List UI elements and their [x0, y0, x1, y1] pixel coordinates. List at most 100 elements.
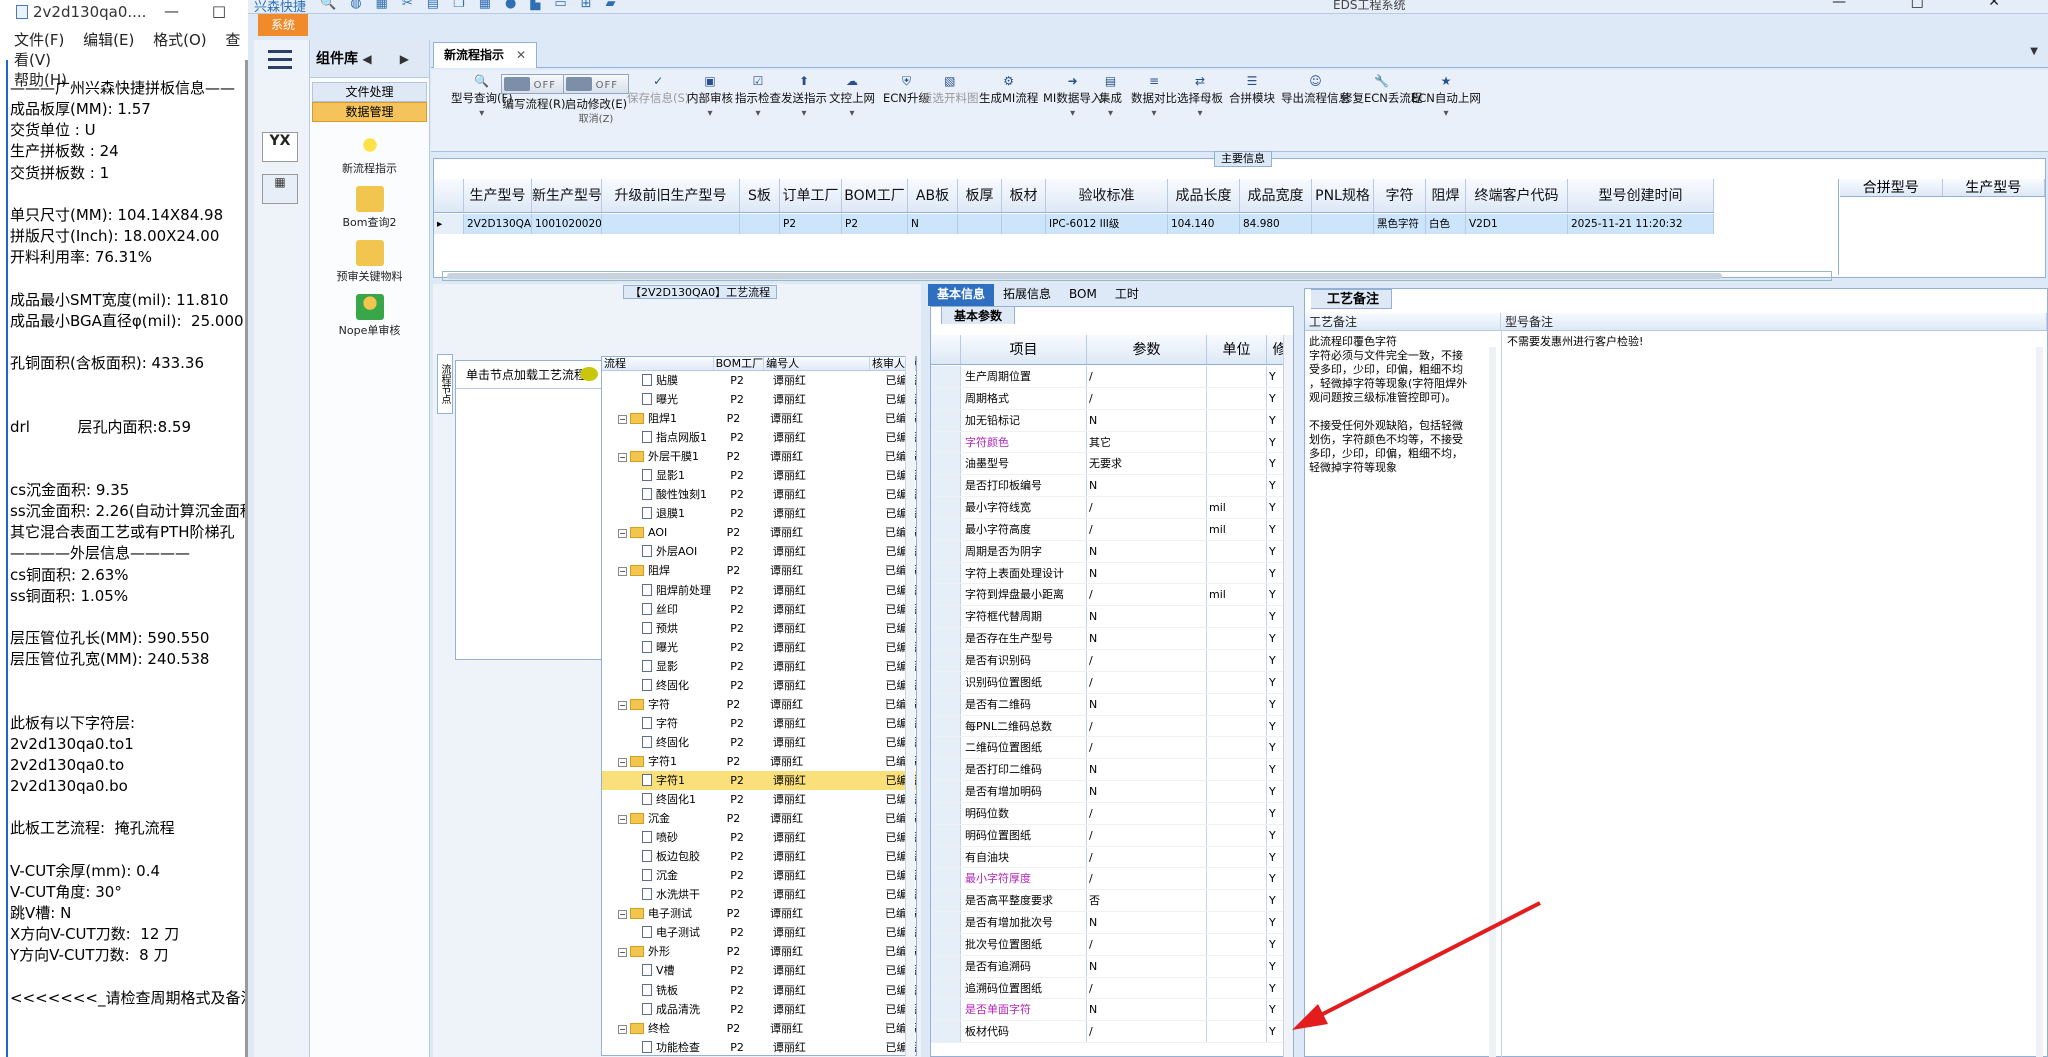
- table-row[interactable]: 是否存在生产型号 N Y: [931, 628, 1293, 650]
- param-value[interactable]: /: [1087, 977, 1207, 999]
- param-value[interactable]: /: [1087, 824, 1207, 846]
- table-row[interactable]: 是否有增加明码 N Y: [931, 781, 1293, 803]
- table-row[interactable]: 板材代码 / Y: [931, 1021, 1293, 1044]
- table-row[interactable]: 电子测试 P2 谭丽红 已编写: [602, 923, 916, 942]
- table-row[interactable]: 追溯码位置图纸 / Y: [931, 977, 1293, 1000]
- table-row[interactable]: 识别码位置图纸 / Y: [931, 671, 1293, 694]
- table-row[interactable]: 显影1 P2 谭丽红 已编写: [602, 466, 916, 485]
- hamburger-icon[interactable]: [268, 50, 292, 70]
- tab-right-2[interactable]: BOM: [1060, 284, 1106, 306]
- table-row[interactable]: 是否有识别码 / Y: [931, 649, 1293, 672]
- tree-node-name[interactable]: 显影: [602, 657, 730, 676]
- ribbon-btn-5[interactable]: ☑ 指示检查 ▾: [735, 74, 781, 122]
- param-value[interactable]: N: [1087, 912, 1207, 933]
- model-note-scrollbar[interactable]: [2036, 347, 2043, 1057]
- main-cell[interactable]: [958, 214, 1002, 234]
- table-row[interactable]: 是否打印板编号 N Y: [931, 475, 1293, 498]
- table-row[interactable]: 有自油块 / Y: [931, 846, 1293, 869]
- tree-node-name[interactable]: 终固化: [602, 733, 730, 752]
- param-value[interactable]: /: [1087, 868, 1207, 890]
- ribbon-btn-1[interactable]: OFF 编写流程(R): [501, 74, 567, 112]
- close-icon[interactable]: ✕: [516, 48, 526, 62]
- main-cell[interactable]: 黑色字符: [1374, 214, 1426, 234]
- param-value[interactable]: /: [1087, 649, 1207, 671]
- param-value[interactable]: N: [1087, 475, 1207, 497]
- copy-icon[interactable]: ❐: [453, 0, 465, 15]
- tree-node-name[interactable]: 外层AOI: [602, 542, 730, 561]
- main-cell[interactable]: IPC-6012 III级: [1046, 214, 1168, 234]
- tab-new-flow[interactable]: 新流程指示 ✕: [433, 42, 538, 68]
- table-row[interactable]: 板边包胶 P2 谭丽红 已编写: [602, 847, 916, 866]
- tree-node-name[interactable]: − 终检: [602, 1019, 727, 1038]
- expand-toggle-icon[interactable]: −: [618, 757, 627, 767]
- ribbon-btn-13[interactable]: ≡ 数据对比 ▾: [1131, 74, 1177, 122]
- table-row[interactable]: 生产周期位置 / Y: [931, 366, 1293, 388]
- book-icon[interactable]: ▰: [606, 0, 616, 15]
- param-value[interactable]: 否: [1087, 890, 1207, 912]
- tree-node-name[interactable]: 成品清洗: [602, 1000, 730, 1019]
- expand-toggle-icon[interactable]: −: [618, 700, 627, 710]
- param-value[interactable]: /: [1087, 737, 1207, 759]
- ribbon-btn-7[interactable]: ☁ 文控上网 ▾: [829, 74, 875, 122]
- table-row[interactable]: 是否有追溯码 N Y: [931, 955, 1293, 978]
- table-row[interactable]: 明码位数 / Y: [931, 802, 1293, 825]
- library-item-bom-query[interactable]: Bom查询2: [310, 186, 429, 230]
- table-row[interactable]: 字符1 P2 谭丽红 已编写: [602, 770, 916, 791]
- table-row[interactable]: 字符颜色 其它 Y: [931, 431, 1293, 454]
- quick-access-label[interactable]: 兴森快捷: [254, 0, 306, 15]
- tree-node-name[interactable]: 终固化1: [602, 790, 730, 809]
- tab-right-3[interactable]: 工时: [1106, 284, 1148, 306]
- main-cell[interactable]: 2025-11-21 11:20:32: [1568, 214, 1714, 234]
- main-cell[interactable]: N: [908, 214, 958, 234]
- grid-icon[interactable]: ▦: [376, 0, 388, 15]
- expand-toggle-icon[interactable]: −: [618, 1024, 627, 1034]
- globe-icon[interactable]: ◍: [350, 0, 361, 15]
- param-value[interactable]: N: [1087, 540, 1207, 562]
- table-row[interactable]: 酸性蚀刻1 P2 谭丽红 已编写: [602, 485, 916, 504]
- tree-node-name[interactable]: 指点网版1: [602, 428, 730, 447]
- main-info-hscrollbar[interactable]: [442, 271, 1832, 281]
- craft-note-text[interactable]: 此流程印覆色字符 字符必须与文件完全一致，不接 受多印，少印，印偏，粗细不均 ，…: [1309, 335, 1495, 475]
- ribbon-btn-15[interactable]: ☰ 合拼模块: [1229, 74, 1275, 106]
- tree-node-name[interactable]: 功能检查: [602, 1038, 730, 1055]
- tab-right-1[interactable]: 拓展信息: [994, 284, 1060, 306]
- expand-toggle-icon[interactable]: −: [618, 567, 627, 577]
- table-row[interactable]: 加无铅标记 N Y: [931, 409, 1293, 432]
- table-row[interactable]: 喷砂 P2 谭丽红 已编写: [602, 828, 916, 847]
- tree-node-name[interactable]: 阻焊前处理: [602, 581, 730, 600]
- expand-toggle-icon[interactable]: −: [618, 815, 627, 825]
- tree-node-name[interactable]: 贴膜: [602, 371, 730, 390]
- table-row[interactable]: 外层AOI P2 谭丽红 已编写: [602, 542, 916, 561]
- section-file-processing[interactable]: 文件处理: [312, 82, 427, 102]
- tree-node-name[interactable]: 字符1: [602, 771, 730, 790]
- library-item-key-material[interactable]: 预审关键物料: [310, 240, 429, 284]
- table-row[interactable]: − 字符 P2 谭丽红 已编写: [602, 695, 916, 714]
- table-row[interactable]: 字符到焊盘最小距离 / mil Y: [931, 584, 1293, 607]
- param-value[interactable]: /: [1087, 671, 1207, 693]
- tree-node-name[interactable]: − 字符: [602, 695, 727, 714]
- expand-toggle-icon[interactable]: −: [618, 453, 627, 463]
- table-row[interactable]: 指点网版1 P2 谭丽红 已编写: [602, 428, 916, 447]
- ribbon-btn-4[interactable]: ▣ 内部审核 ▾: [687, 74, 733, 122]
- table-row[interactable]: 是否高平整度要求否 Y: [931, 890, 1293, 913]
- main-cell[interactable]: P2: [780, 214, 842, 234]
- table-row[interactable]: 贴膜 P2 谭丽红 已编写: [602, 371, 916, 390]
- expand-toggle-icon[interactable]: −: [618, 910, 627, 920]
- yx-module-icon[interactable]: YX: [262, 132, 298, 162]
- table-row[interactable]: 每PNL二维码总数 / Y: [931, 715, 1293, 738]
- main-cell[interactable]: P2: [842, 214, 908, 234]
- tree-node-name[interactable]: 退膜1: [602, 504, 730, 523]
- table-row[interactable]: 阻焊前处理 P2 谭丽红 已编写: [602, 581, 916, 600]
- ribbon-btn-12[interactable]: ▤ 集成 ▾: [1099, 74, 1122, 122]
- param-value[interactable]: /: [1087, 715, 1207, 737]
- chart-icon[interactable]: ▙: [530, 0, 540, 15]
- ribbon-btn-18[interactable]: ★ ECN自动上网 ▾: [1411, 74, 1481, 122]
- main-cell[interactable]: [602, 214, 740, 234]
- table-icon[interactable]: ▤: [427, 0, 439, 15]
- ribbon-btn-6[interactable]: ⬆ 发送指示 ▾: [781, 74, 827, 122]
- menu-file[interactable]: 文件(F): [14, 31, 64, 49]
- table-row[interactable]: 水洗烘干 P2 谭丽红 已编写: [602, 885, 916, 904]
- menu-edit[interactable]: 编辑(E): [83, 31, 134, 49]
- toggle-switch-1[interactable]: OFF: [501, 74, 567, 94]
- library-item-new-flow[interactable]: 新流程指示: [310, 132, 429, 176]
